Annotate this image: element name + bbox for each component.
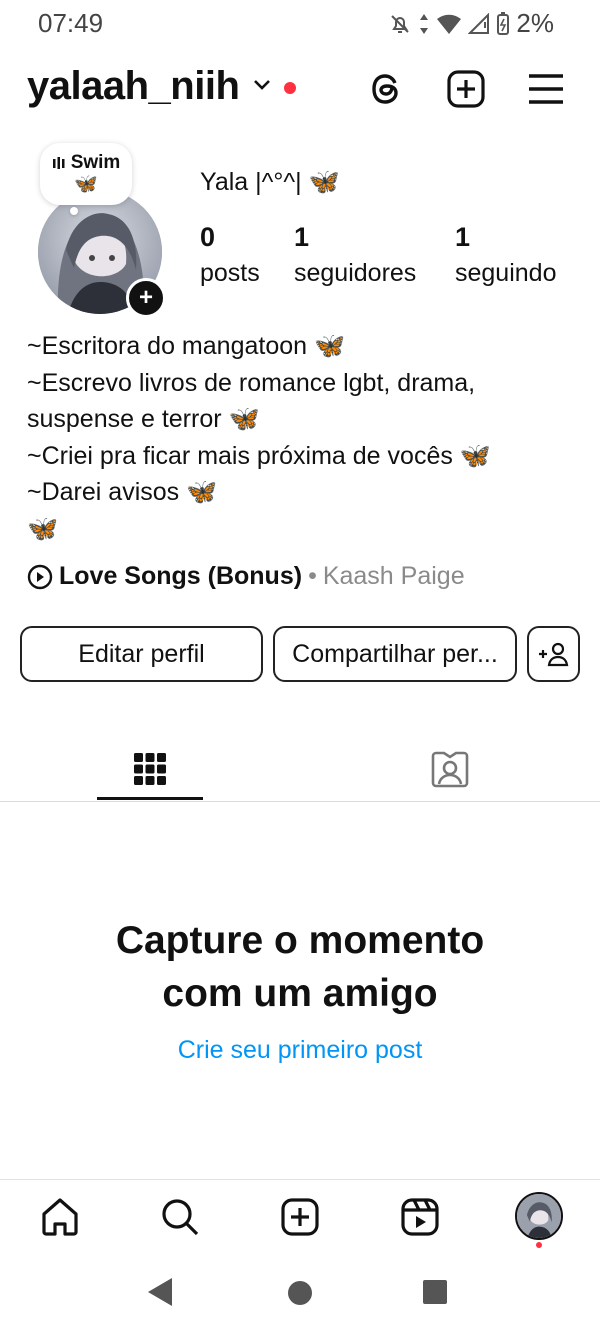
wifi-icon [436,13,462,35]
tagged-icon [431,751,469,788]
mute-bell-icon [388,12,412,36]
nav-reels[interactable] [396,1193,444,1241]
bio-line: ~Criei pra ficar mais próxima de vocês 🦋 [27,441,491,470]
music-separator: • [308,562,317,590]
share-profile-button[interactable]: Compartilhar per... [273,626,517,682]
profile-music[interactable]: Love Songs (Bonus) • Kaash Paige [27,562,465,591]
stat-followers[interactable]: 1 seguidores [294,222,416,288]
note-label: Swim [70,152,121,173]
stat-followers-label: seguidores [294,259,417,287]
empty-state-title-line: com um amigo [162,972,438,1015]
stat-posts-label: posts [200,259,260,287]
create-icon[interactable] [445,68,487,110]
system-back-button[interactable] [146,1276,174,1313]
audio-bars-icon [52,157,65,169]
play-circle-icon [27,564,53,589]
bio-line: ~Darei avisos 🦋 [27,478,218,507]
home-icon [42,1198,78,1236]
profile-bio: ~Escritora do mangatoon 🦋 ~Escrevo livro… [27,328,491,548]
nav-profile-avatar[interactable] [515,1192,563,1240]
recents-square-icon [423,1280,447,1304]
nav-create[interactable] [276,1193,324,1241]
edit-profile-button[interactable]: Editar perfil [20,626,263,682]
tabs-divider [0,801,600,802]
status-time: 07:49 [38,8,104,38]
stat-followers-value: 1 [294,222,310,252]
status-icons: 2% [388,8,554,39]
reels-icon [401,1198,439,1236]
music-song: Love Songs (Bonus) [59,562,303,590]
create-first-post-link[interactable]: Crie seu primeiro post [0,1036,600,1065]
nav-home[interactable] [36,1193,84,1241]
stat-posts[interactable]: 0 posts [200,222,260,288]
system-home-button[interactable] [286,1279,314,1312]
empty-state-title-line: Capture o momento [115,919,485,962]
bio-line: ~Escrevo livros de romance lgbt, drama, [27,368,476,397]
bottom-nav-divider [0,1179,600,1180]
stat-following-label: seguindo [455,259,557,287]
back-triangle-icon [148,1278,172,1306]
battery-percent: 2% [516,8,554,38]
threads-icon[interactable] [365,68,407,110]
grid-icon [134,753,166,785]
display-name: Yala |^°^| 🦋 [200,168,340,196]
menu-icon[interactable] [525,68,567,110]
stat-following-value: 1 [455,222,471,252]
bio-line: 🦋 [27,514,59,543]
tab-tagged[interactable] [397,738,503,800]
add-story-button[interactable]: + [126,278,166,318]
notification-dot [284,82,296,94]
nav-profile-notification-dot [536,1242,542,1248]
bio-line: suspense e terror 🦋 [27,405,260,434]
search-icon [162,1199,199,1236]
note-bubble[interactable]: Swim 🦋 [40,143,132,205]
bio-line: ~Escritora do mangatoon 🦋 [27,332,346,360]
tab-grid[interactable] [97,738,203,800]
home-circle-icon [288,1281,312,1305]
data-arrows-icon [418,13,430,35]
add-person-icon [538,642,568,667]
music-artist: Kaash Paige [322,562,465,590]
nav-search[interactable] [156,1193,204,1241]
profile-username[interactable]: yalaah_niih [27,64,240,109]
active-tab-indicator [97,797,203,800]
discover-people-button[interactable] [527,626,580,682]
stat-posts-value: 0 [200,222,216,252]
empty-state-title: Capture o momento com um amigo [0,914,600,1020]
system-recents-button[interactable] [422,1279,448,1310]
battery-icon [496,11,510,36]
note-emoji: 🦋 [74,174,98,195]
stat-following[interactable]: 1 seguindo [455,222,556,288]
create-icon [281,1198,319,1236]
chevron-down-icon[interactable] [252,78,272,97]
signal-icon [468,12,490,35]
note-bubble-tail [70,207,78,215]
